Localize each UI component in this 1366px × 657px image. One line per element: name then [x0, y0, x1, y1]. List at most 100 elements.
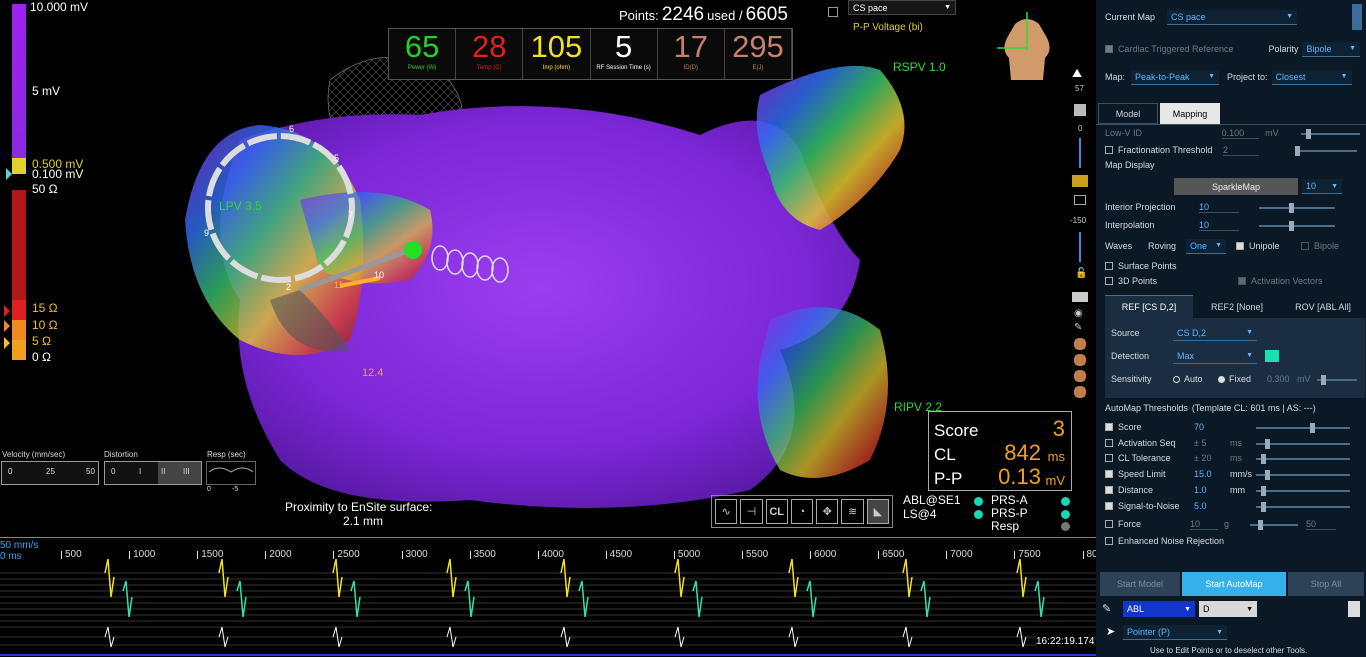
tab-model[interactable]: Model	[1098, 103, 1158, 124]
torso-right-icon[interactable]	[1074, 386, 1086, 398]
score-box: Score 3 CL 842 ms P-P 0.13 mV	[928, 411, 1072, 491]
ablation-tip	[404, 241, 422, 259]
clock: 16:22:19.174	[1036, 636, 1095, 647]
score-value: 3	[1052, 416, 1065, 441]
panel-scrollbar[interactable]	[1352, 4, 1362, 30]
torso-front-icon[interactable]	[1074, 338, 1086, 350]
tab-ref[interactable]: REF [CS D,2]	[1105, 295, 1193, 318]
voltage-low-label[interactable]: 0.100 mV	[32, 167, 83, 181]
polarity-dropdown[interactable]: Bipole ▼	[1302, 41, 1360, 57]
snapshot-icon[interactable]	[1072, 175, 1088, 187]
ecg-tick-mark	[537, 551, 539, 559]
ecg-tick-mark	[673, 551, 675, 559]
3d-points-checkbox[interactable]	[1105, 277, 1113, 285]
prs-p-indicator: PRS-P	[991, 506, 1028, 520]
tab-mapping[interactable]: Mapping	[1160, 103, 1220, 124]
start-model-button[interactable]: Start Model	[1100, 572, 1180, 596]
noise-icon[interactable]: ≋	[841, 499, 864, 524]
display-icon[interactable]	[1072, 292, 1088, 302]
project-to-dropdown[interactable]: Closest ▼	[1271, 69, 1352, 85]
sparklemap-button[interactable]: SparkleMap	[1174, 178, 1298, 195]
orientation-torso-icon[interactable]	[995, 10, 1060, 85]
cardiac-triggered-checkbox[interactable]	[1105, 45, 1113, 53]
waveform-icon[interactable]: ∿	[715, 499, 738, 524]
pitch-slider[interactable]	[1079, 138, 1081, 168]
low-v-input[interactable]: 0.100	[1221, 128, 1260, 139]
resp-indicator: Resp	[991, 519, 1020, 533]
map-type-dropdown[interactable]: Peak-to-Peak ▼	[1131, 69, 1219, 85]
threshold-checkbox[interactable]	[1105, 470, 1113, 479]
clipboard-icon[interactable]	[1348, 601, 1360, 617]
gauge-icon[interactable]: ◔	[790, 499, 814, 524]
activation-vectors-checkbox[interactable]	[1238, 277, 1246, 285]
catheter-pen-icon[interactable]: ✎	[1102, 602, 1111, 615]
current-map-dropdown[interactable]: CS pace ▼	[1167, 9, 1297, 25]
ecg-time-tick: 6500	[882, 549, 905, 560]
roving-dropdown[interactable]: One ▼	[1186, 238, 1226, 254]
map-selector[interactable]: CS pace ▼	[848, 0, 956, 15]
tab-rov[interactable]: ROV [ABL All]	[1281, 295, 1365, 318]
threshold-checkbox[interactable]	[1105, 485, 1113, 494]
ecg-beat-abl	[218, 558, 229, 598]
pen-icon[interactable]: ✎	[1074, 322, 1082, 333]
source-dropdown[interactable]: CS D,2 ▼	[1173, 325, 1257, 341]
force-checkbox[interactable]	[1105, 520, 1113, 528]
sensitivity-fixed-radio[interactable]	[1218, 375, 1225, 383]
torso-back-icon[interactable]	[1074, 354, 1086, 366]
interior-projection-input[interactable]: 10	[1199, 202, 1239, 213]
stop-all-button[interactable]: Stop All	[1288, 572, 1364, 596]
fractionation-checkbox[interactable]	[1105, 146, 1113, 154]
points-total: 6605	[745, 4, 788, 25]
view-cube-icon[interactable]	[1074, 104, 1086, 116]
proximity-value: 2.1 mm	[343, 514, 384, 528]
cl-icon[interactable]: CL	[765, 499, 788, 524]
ecg-beat-cs	[350, 580, 361, 618]
impedance-5-label: 5 Ω	[32, 334, 51, 348]
rf-metric-value: 28	[472, 29, 507, 64]
threshold-checkbox[interactable]	[1105, 423, 1113, 431]
tab-ref2[interactable]: REF2 [None]	[1198, 295, 1276, 318]
rf-metric-value: 105	[530, 29, 583, 64]
bipole-checkbox[interactable]	[1301, 242, 1309, 250]
ecg-time-tick: 1000	[133, 549, 156, 560]
threshold-checkbox[interactable]	[1105, 454, 1113, 463]
rotation-slider[interactable]	[1079, 232, 1081, 262]
sweep-speed[interactable]: 50 mm/s	[0, 540, 38, 551]
threshold-checkbox[interactable]	[1105, 438, 1113, 447]
unipole-checkbox[interactable]	[1236, 242, 1244, 250]
tool-dropdown[interactable]: Pointer (P) ▼	[1123, 625, 1227, 640]
points-used: 2246	[661, 4, 705, 25]
rf-metric-label: E(J)	[752, 65, 764, 71]
mountain-icon[interactable]: ⛰	[1072, 66, 1082, 81]
torso-left-icon[interactable]	[1074, 370, 1086, 382]
enhanced-noise-checkbox[interactable]	[1105, 537, 1113, 545]
signal-compare-icon[interactable]: ⊣	[740, 499, 763, 524]
points-color-icon[interactable]	[828, 7, 838, 17]
rf-metric: 105 Imp (ohm)	[523, 29, 591, 79]
catheter-sub-dropdown[interactable]: D ▼	[1199, 601, 1257, 617]
pointer-icon: ➤	[1106, 626, 1116, 638]
ecg-strip[interactable]: 500 1000 1500 2000 2500 3000 3500 4000 4500 5000 5…	[0, 537, 1109, 657]
detection-color-swatch[interactable]	[1265, 350, 1279, 362]
lock-icon[interactable]: 🔓	[1075, 268, 1087, 279]
ecg-time-tick: 2500	[337, 549, 360, 560]
start-automap-button[interactable]: Start AutoMap	[1182, 572, 1286, 596]
move-icon[interactable]: ✥	[816, 499, 839, 524]
lighting-icon[interactable]: ◉	[1074, 308, 1083, 319]
ecg-beat-cs	[236, 580, 247, 618]
catheter-icon[interactable]: ◣	[866, 499, 889, 524]
sparkle-value-dropdown[interactable]: 10 ▼	[1302, 179, 1342, 194]
3d-map-viewport[interactable]: 10.000 mV 5 mV 0.500 mV 0.100 mV 50 Ω 15…	[0, 0, 1092, 535]
ecg-beat-cs	[692, 580, 703, 618]
ecg-time-tick: 3500	[473, 549, 496, 560]
surface-points-checkbox[interactable]	[1105, 262, 1113, 270]
threshold-checkbox[interactable]	[1105, 501, 1113, 510]
detection-dropdown[interactable]: Max ▼	[1173, 348, 1257, 364]
interpolation-input[interactable]: 10	[1199, 220, 1239, 231]
screen-icon[interactable]	[1074, 195, 1086, 205]
fractionation-input[interactable]: 2	[1223, 145, 1259, 156]
voltage-max-label: 10.000 mV	[30, 0, 89, 14]
catheter-dropdown[interactable]: ABL ▼	[1123, 601, 1195, 617]
chevron-down-icon: ▼	[1331, 182, 1338, 190]
sensitivity-auto-radio[interactable]	[1173, 375, 1180, 383]
